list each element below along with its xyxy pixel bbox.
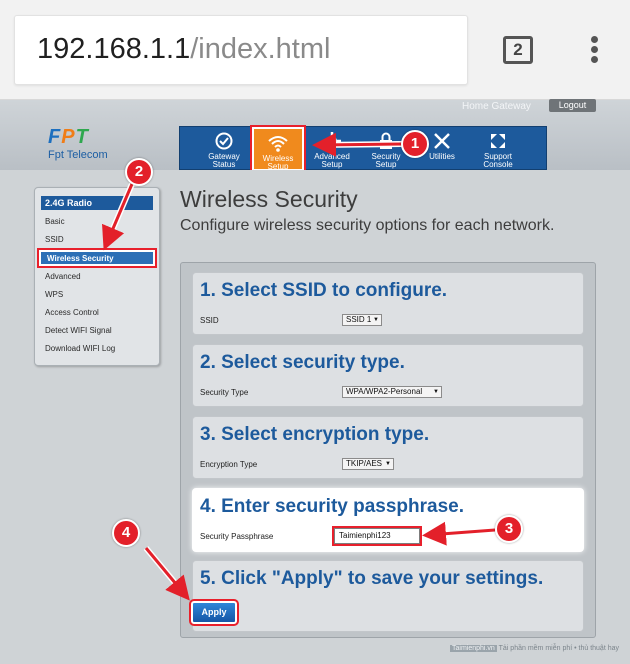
logout-button[interactable]: Logout (549, 99, 596, 112)
gear-icon (306, 131, 358, 153)
sidebar-item-ssid[interactable]: SSID (45, 235, 64, 244)
sidebar-item-detect-wifi[interactable]: Detect WIFI Signal (45, 326, 112, 335)
dropdown-arrow-icon: ▼ (373, 317, 379, 323)
sidebar-heading: 2.4G Radio (41, 196, 153, 210)
ssid-label: SSID (200, 316, 219, 325)
step-title: 3. Select encryption type. (200, 424, 430, 445)
nav-advanced-setup[interactable]: Advanced Setup (306, 127, 358, 171)
encryption-type-label: Encryption Type (200, 460, 258, 469)
page-title: Wireless Security (180, 186, 358, 212)
step-callout-4: 4 (112, 519, 140, 547)
browser-toolbar: 192.168.1.1/index.html 2 (0, 0, 630, 100)
step-callout-3: 3 (495, 515, 523, 543)
sidebar-item-basic[interactable]: Basic (45, 217, 65, 226)
dropdown-arrow-icon: ▼ (433, 389, 439, 395)
home-gateway-label: Home Gateway (462, 101, 531, 112)
page-subtitle: Configure wireless security options for … (180, 217, 555, 234)
step-callout-1: 1 (401, 130, 429, 158)
dropdown-arrow-icon: ▼ (385, 461, 391, 467)
passphrase-label: Security Passphrase (200, 532, 274, 541)
main-nav: Gateway Status Wireless Setup Advanced Setu… (179, 125, 547, 173)
url-text: 192.168.1.1/index.html (37, 33, 330, 66)
logo-text: Fpt Telecom (48, 149, 108, 161)
sidebar-item-access-control[interactable]: Access Control (45, 308, 99, 317)
fpt-logo: FPT Fpt Telecom (48, 126, 138, 161)
sidebar-item-wps[interactable]: WPS (45, 290, 63, 299)
passphrase-input[interactable]: Taimienphi123 (332, 526, 422, 546)
url-path: /index.html (190, 33, 331, 65)
step-title: 4. Enter security passphrase. (200, 496, 465, 517)
address-bar[interactable]: 192.168.1.1/index.html (14, 15, 468, 85)
ssid-select[interactable]: SSID 1 ▼ (342, 314, 382, 326)
security-type-select[interactable]: WPA/WPA2-Personal ▼ (342, 386, 442, 398)
nav-wireless-setup[interactable]: Wireless Setup (250, 125, 306, 173)
nav-support-console[interactable]: Support Console (472, 127, 524, 171)
sidebar-item-wireless-security[interactable]: Wireless Security (37, 248, 157, 268)
step-title: 2. Select security type. (200, 352, 405, 373)
security-type-label: Security Type (200, 388, 249, 397)
sidebar-item-download-log[interactable]: Download WIFI Log (45, 344, 115, 353)
step-title: 5. Click "Apply" to save your settings. (200, 568, 544, 589)
step-callout-2: 2 (125, 158, 153, 186)
step-apply: 5. Click "Apply" to save your settings. (192, 560, 584, 632)
step-title: 1. Select SSID to configure. (200, 280, 448, 301)
sidebar: 2.4G Radio Basic SSID Wireless Security … (34, 187, 160, 366)
support-icon (472, 131, 524, 153)
apply-button[interactable]: Apply (189, 599, 239, 626)
gauge-icon (198, 131, 250, 153)
sidebar-item-advanced[interactable]: Advanced (45, 272, 81, 281)
wifi-icon (254, 133, 302, 155)
tab-switcher-button[interactable]: 2 (503, 36, 533, 64)
watermark: Taimienphi.vn Tải phần mềm miễn phí • th… (450, 645, 619, 652)
menu-icon[interactable] (588, 36, 600, 66)
step-ssid: 1. Select SSID to configure. SSID (192, 272, 584, 335)
url-host: 192.168.1.1 (37, 33, 191, 65)
encryption-type-select[interactable]: TKIP/AES ▼ (342, 458, 394, 470)
nav-gateway-status[interactable]: Gateway Status (198, 127, 250, 171)
